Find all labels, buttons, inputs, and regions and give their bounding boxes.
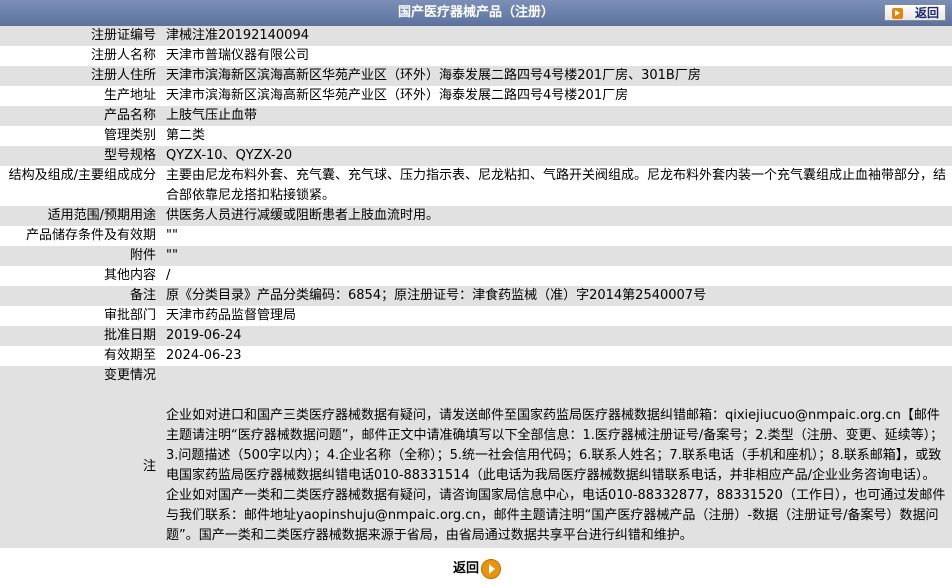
field-label: 注册证编号 bbox=[0, 26, 160, 46]
table-row: 适用范围/预期用途 供医务人员进行减缓或阻断患者上肢血流时用。 bbox=[0, 206, 952, 226]
field-value: 津械注准20192140094 bbox=[160, 26, 952, 46]
field-value: 天津市药品监督管理局 bbox=[160, 306, 952, 326]
field-value: 天津市滨海新区滨海高新区华苑产业区（环外）海泰发展二路四号4号楼201厂房、30… bbox=[160, 66, 952, 86]
back-button-bottom[interactable]: 返回 bbox=[453, 558, 501, 580]
table-row: 附件 "" bbox=[0, 246, 952, 266]
field-value: 原《分类目录》产品分类编码：6854；原注册证号：津食药监械（准）字2014第2… bbox=[160, 286, 952, 306]
table-row: 型号规格 QYZX-10、QYZX-20 bbox=[0, 146, 952, 166]
field-value: "" bbox=[160, 246, 952, 266]
field-value: 天津市普瑞仪器有限公司 bbox=[160, 46, 952, 66]
detail-table: 注册证编号 津械注准20192140094 注册人名称 天津市普瑞仪器有限公司 注册人住… bbox=[0, 26, 952, 548]
field-value: / bbox=[160, 266, 952, 286]
table-row: 注册证编号 津械注准20192140094 bbox=[0, 26, 952, 46]
field-value: 主要由尼龙布料外套、充气囊、充气球、压力指示表、尼龙粘扣、气路开关阀组成。尼龙布… bbox=[160, 166, 952, 206]
table-row: 其他内容 / bbox=[0, 266, 952, 286]
note-row: 注企业如对进口和国产三类医疗器械数据有疑问，请发送邮件至国家药监局医疗器械数据纠… bbox=[0, 386, 952, 548]
field-label: 变更情况 bbox=[0, 366, 160, 386]
arrow-right-icon bbox=[892, 8, 903, 19]
table-row: 生产地址 天津市滨海新区滨海高新区华苑产业区（环外）海泰发展二路四号4号楼201厂… bbox=[0, 86, 952, 106]
field-value: 天津市滨海新区滨海高新区华苑产业区（环外）海泰发展二路四号4号楼201厂房 bbox=[160, 86, 952, 106]
field-label: 附件 bbox=[0, 246, 160, 266]
table-row: 管理类别 第二类 bbox=[0, 126, 952, 146]
field-label: 注册人名称 bbox=[0, 46, 160, 66]
table-row: 注册人住所 天津市滨海新区滨海高新区华苑产业区（环外）海泰发展二路四号4号楼201… bbox=[0, 66, 952, 86]
field-label: 适用范围/预期用途 bbox=[0, 206, 160, 226]
note-label: 注 bbox=[0, 386, 160, 548]
field-label: 产品储存条件及有效期 bbox=[0, 226, 160, 246]
table-row: 产品储存条件及有效期 "" bbox=[0, 226, 952, 246]
field-value: "" bbox=[160, 226, 952, 246]
field-value: 上肢气压止血带 bbox=[160, 106, 952, 126]
note-text: 企业如对进口和国产三类医疗器械数据有疑问，请发送邮件至国家药监局医疗器械数据纠错… bbox=[160, 386, 952, 548]
field-label: 审批部门 bbox=[0, 306, 160, 326]
field-label: 批准日期 bbox=[0, 326, 160, 346]
table-row: 注册人名称 天津市普瑞仪器有限公司 bbox=[0, 46, 952, 66]
field-label: 其他内容 bbox=[0, 266, 160, 286]
field-label: 管理类别 bbox=[0, 126, 160, 146]
table-row: 备注 原《分类目录》产品分类编码：6854；原注册证号：津食药监械（准）字2014… bbox=[0, 286, 952, 306]
arrow-right-circle-icon bbox=[481, 559, 501, 579]
field-value bbox=[160, 366, 952, 386]
table-row: 结构及组成/主要组成成分 主要由尼龙布料外套、充气囊、充气球、压力指示表、尼龙粘扣… bbox=[0, 166, 952, 206]
field-label: 有效期至 bbox=[0, 346, 160, 366]
table-row: 批准日期 2019-06-24 bbox=[0, 326, 952, 346]
back-button-label: 返回 bbox=[914, 6, 939, 20]
table-row: 审批部门 天津市药品监督管理局 bbox=[0, 306, 952, 326]
field-value: 2024-06-23 bbox=[160, 346, 952, 366]
table-row: 有效期至 2024-06-23 bbox=[0, 346, 952, 366]
footer: 返回 bbox=[0, 548, 952, 580]
field-value: QYZX-10、QYZX-20 bbox=[160, 146, 952, 166]
field-label: 生产地址 bbox=[0, 86, 160, 106]
back-button-label: 返回 bbox=[453, 561, 480, 576]
page-title: 国产医疗器械产品（注册） bbox=[397, 5, 554, 20]
field-label: 型号规格 bbox=[0, 146, 160, 166]
field-label: 产品名称 bbox=[0, 106, 160, 126]
table-row: 产品名称 上肢气压止血带 bbox=[0, 106, 952, 126]
field-value: 供医务人员进行减缓或阻断患者上肢血流时用。 bbox=[160, 206, 952, 226]
field-value: 2019-06-24 bbox=[160, 326, 952, 346]
table-row: 变更情况 bbox=[0, 366, 952, 386]
field-label: 备注 bbox=[0, 286, 160, 306]
field-label: 结构及组成/主要组成成分 bbox=[0, 166, 160, 206]
page-header: 国产医疗器械产品（注册） 返回 bbox=[0, 0, 952, 26]
back-button-top[interactable]: 返回 bbox=[884, 4, 946, 21]
field-value: 第二类 bbox=[160, 126, 952, 146]
field-label: 注册人住所 bbox=[0, 66, 160, 86]
